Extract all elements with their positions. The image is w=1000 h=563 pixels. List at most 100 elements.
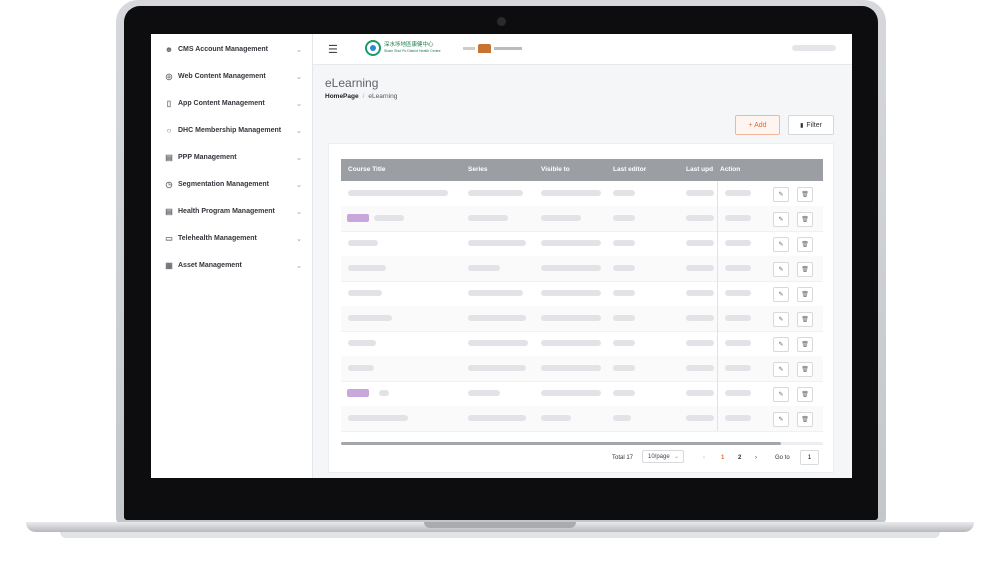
delete-icon[interactable]: 🗑 — [797, 387, 813, 402]
partner-logo-blur — [463, 47, 475, 50]
table-row[interactable]: ✎ 🗑 — [341, 331, 823, 357]
chevron-down-icon: ⌄ — [296, 127, 302, 135]
dhc-logo-text: 深水埗地區康健中心 Sham Shui Po District Health C… — [384, 42, 441, 54]
table-header: Course Title Series Visible to Last edit… — [341, 159, 823, 181]
monitor-icon: ▭ — [165, 234, 173, 243]
next-page-icon[interactable]: › — [755, 451, 757, 465]
delete-icon[interactable]: 🗑 — [797, 287, 813, 302]
delete-icon[interactable]: 🗑 — [797, 312, 813, 327]
chevron-down-icon: ⌄ — [296, 100, 302, 108]
table-row[interactable]: ✎ 🗑 — [341, 281, 823, 307]
goto-label: Go to — [775, 455, 790, 461]
page-title: eLearning — [325, 76, 379, 90]
table-row[interactable]: ✎ 🗑 — [341, 206, 823, 232]
card-icon: ▤ — [165, 153, 173, 162]
clock-icon: ◷ — [165, 180, 173, 189]
card-icon: ▤ — [165, 207, 173, 216]
sidebar-item-label: App Content Management — [178, 100, 265, 107]
edit-icon[interactable]: ✎ — [773, 262, 789, 277]
sidebar-item-label: Asset Management — [178, 262, 242, 269]
sidebar-item-label: DHC Membership Management — [178, 127, 282, 134]
sidebar-item-asset[interactable]: ▦ Asset Management ⌄ — [151, 252, 312, 279]
person-icon: ○ — [166, 126, 172, 135]
column-header-series[interactable]: Series — [468, 166, 488, 173]
sidebar: ☻ CMS Account Management ⌄ ◎ Web Content… — [151, 34, 313, 478]
table-row[interactable]: ✎ 🗑 — [341, 306, 823, 332]
partner-logo-mark — [478, 44, 491, 53]
page-1[interactable]: 1 — [721, 451, 724, 465]
edit-icon[interactable]: ✎ — [773, 187, 789, 202]
sidebar-item-label: Telehealth Management — [178, 235, 257, 242]
edit-icon[interactable]: ✎ — [773, 362, 789, 377]
edit-icon[interactable]: ✎ — [773, 212, 789, 227]
chevron-down-icon: ⌄ — [296, 262, 302, 270]
edit-icon[interactable]: ✎ — [773, 337, 789, 352]
breadcrumb-separator: / — [362, 93, 365, 100]
page-2[interactable]: 2 — [738, 451, 741, 465]
breadcrumb-home[interactable]: HomePage — [325, 93, 359, 100]
total-count: Total 17 — [612, 455, 634, 461]
sidebar-item-ppp[interactable]: ▤ PPP Management ⌄ — [151, 144, 312, 171]
prev-page-icon[interactable]: ‹ — [703, 451, 705, 465]
laptop-notch — [424, 522, 576, 528]
column-header-action: Action — [720, 166, 741, 173]
table-row[interactable]: ✎ 🗑 — [341, 181, 823, 207]
goto-input[interactable]: 1 — [800, 450, 819, 465]
filter-button[interactable]: ▮ Filter — [788, 115, 834, 135]
dhc-logo: 深水埗地區康健中心 Sham Shui Po District Health C… — [365, 40, 441, 56]
chevron-down-icon: ⌄ — [296, 73, 302, 81]
sidebar-item-label: CMS Account Management — [178, 46, 268, 53]
horizontal-scrollbar[interactable] — [341, 442, 823, 445]
chevron-down-icon: ⌄ — [296, 46, 302, 54]
user-menu[interactable] — [792, 45, 836, 51]
edit-icon[interactable]: ✎ — [773, 387, 789, 402]
table-row[interactable]: ✎ 🗑 — [341, 406, 823, 432]
sidebar-item-segmentation[interactable]: ◷ Segmentation Management ⌄ — [151, 171, 312, 198]
delete-icon[interactable]: 🗑 — [797, 212, 813, 227]
add-button[interactable]: + Add — [735, 115, 780, 135]
table-row[interactable]: ✎ 🗑 — [341, 356, 823, 382]
table-card: Course Title Series Visible to Last edit… — [328, 143, 834, 473]
scrollbar-thumb[interactable] — [341, 442, 781, 445]
edit-icon[interactable]: ✎ — [773, 412, 789, 427]
sidebar-item-label: Web Content Management — [178, 73, 266, 80]
table-row[interactable]: ✎ 🗑 — [341, 231, 823, 257]
delete-icon[interactable]: 🗑 — [797, 262, 813, 277]
chevron-down-icon: ⌄ — [296, 154, 302, 162]
column-header-last-editor[interactable]: Last editor — [613, 166, 646, 173]
partner-logo — [463, 44, 522, 53]
table-row[interactable]: ✎ 🗑 — [341, 256, 823, 282]
delete-icon[interactable]: 🗑 — [797, 337, 813, 352]
page-size-select[interactable]: 10/page ⌄ — [642, 450, 684, 463]
column-header-course-title[interactable]: Course Title — [348, 166, 385, 173]
delete-icon[interactable]: 🗑 — [797, 362, 813, 377]
sidebar-item-dhc-membership[interactable]: ○ DHC Membership Management ⌄ — [151, 117, 312, 144]
filter-label: Filter — [806, 121, 822, 129]
delete-icon[interactable]: 🗑 — [797, 187, 813, 202]
sidebar-item-app-content[interactable]: ▯ App Content Management ⌄ — [151, 90, 312, 117]
edit-icon[interactable]: ✎ — [773, 287, 789, 302]
sidebar-item-cms-account[interactable]: ☻ CMS Account Management ⌄ — [151, 36, 312, 63]
column-header-last-updated[interactable]: Last upd — [686, 166, 713, 173]
image-icon: ▦ — [165, 261, 173, 270]
column-header-visible-to[interactable]: Visible to — [541, 166, 570, 173]
sidebar-item-label: PPP Management — [178, 154, 237, 161]
table-body: ✎ 🗑 ✎ 🗑 ✎ 🗑 ✎ 🗑 ✎ 🗑 ✎ 🗑 ✎ 🗑 ✎ 🗑 ✎ 🗑 ✎ 🗑 — [329, 181, 833, 436]
delete-icon[interactable]: 🗑 — [797, 237, 813, 252]
chevron-down-icon: ⌄ — [296, 235, 302, 243]
delete-icon[interactable]: 🗑 — [797, 412, 813, 427]
laptop-shadow — [60, 532, 940, 538]
edit-icon[interactable]: ✎ — [773, 312, 789, 327]
table-row[interactable]: ✎ 🗑 — [341, 381, 823, 407]
app-screen: ☻ CMS Account Management ⌄ ◎ Web Content… — [151, 34, 852, 478]
menu-icon[interactable]: ☰ — [328, 43, 338, 56]
sidebar-item-web-content[interactable]: ◎ Web Content Management ⌄ — [151, 63, 312, 90]
chevron-down-icon: ⌄ — [296, 208, 302, 216]
sidebar-item-telehealth[interactable]: ▭ Telehealth Management ⌄ — [151, 225, 312, 252]
chevron-down-icon: ⌄ — [296, 181, 302, 189]
breadcrumb-current: eLearning — [368, 93, 398, 100]
globe-icon: ◎ — [165, 72, 173, 81]
sidebar-item-health-program[interactable]: ▤ Health Program Management ⌄ — [151, 198, 312, 225]
edit-icon[interactable]: ✎ — [773, 237, 789, 252]
mobile-icon: ▯ — [166, 99, 172, 108]
